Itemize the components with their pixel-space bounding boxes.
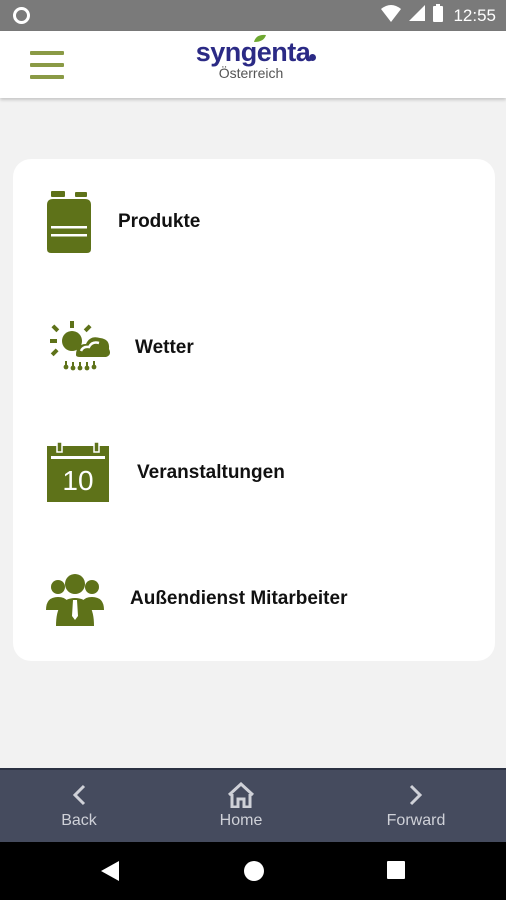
menu-item-label: Außendienst Mitarbeiter — [130, 588, 348, 609]
home-icon — [227, 782, 255, 808]
menu-item-label: Wetter — [135, 337, 194, 358]
system-home-icon[interactable] — [243, 860, 265, 887]
menu-card: Produkte Wetter 10 Veranstaltungen Außen… — [13, 159, 495, 661]
home-button[interactable]: Home — [181, 770, 301, 844]
menu-item-label: Produkte — [118, 211, 201, 232]
wifi-icon — [381, 4, 402, 27]
battery-icon — [433, 4, 444, 27]
status-bar: 12:55 — [0, 0, 506, 31]
calendar-day: 10 — [62, 465, 94, 496]
leaf-mark-icon — [253, 34, 266, 42]
chevron-left-icon — [72, 784, 86, 806]
menu-item-aussendienst[interactable]: Außendienst Mitarbeiter — [13, 544, 495, 654]
registered-mark-icon — [309, 54, 317, 61]
bottom-nav: Back Home Forward — [0, 768, 506, 844]
home-label: Home — [219, 812, 263, 829]
signal-icon — [409, 5, 426, 26]
back-button[interactable]: Back — [19, 770, 139, 844]
weather-icon — [46, 319, 112, 380]
forward-label: Forward — [386, 812, 446, 829]
notification-icon — [12, 6, 31, 30]
system-nav-bar — [0, 842, 506, 900]
menu-item-label: Veranstaltungen — [137, 462, 285, 483]
system-back-icon[interactable] — [100, 860, 120, 887]
forward-button[interactable]: Forward — [356, 770, 476, 844]
calendar-icon: 10 — [47, 441, 109, 507]
app-header: syngenta Österreich — [0, 31, 506, 98]
team-icon — [46, 570, 104, 631]
menu-item-veranstaltungen[interactable]: 10 Veranstaltungen — [13, 418, 495, 528]
syngenta-logo: syngenta Österreich — [0, 34, 506, 81]
back-label: Back — [61, 812, 97, 829]
chevron-right-icon — [409, 784, 423, 806]
menu-item-wetter[interactable]: Wetter — [13, 293, 495, 403]
status-time: 12:55 — [453, 5, 496, 25]
menu-item-produkte[interactable]: Produkte — [13, 167, 495, 277]
system-recents-icon[interactable] — [386, 860, 406, 885]
canister-icon — [45, 191, 93, 258]
